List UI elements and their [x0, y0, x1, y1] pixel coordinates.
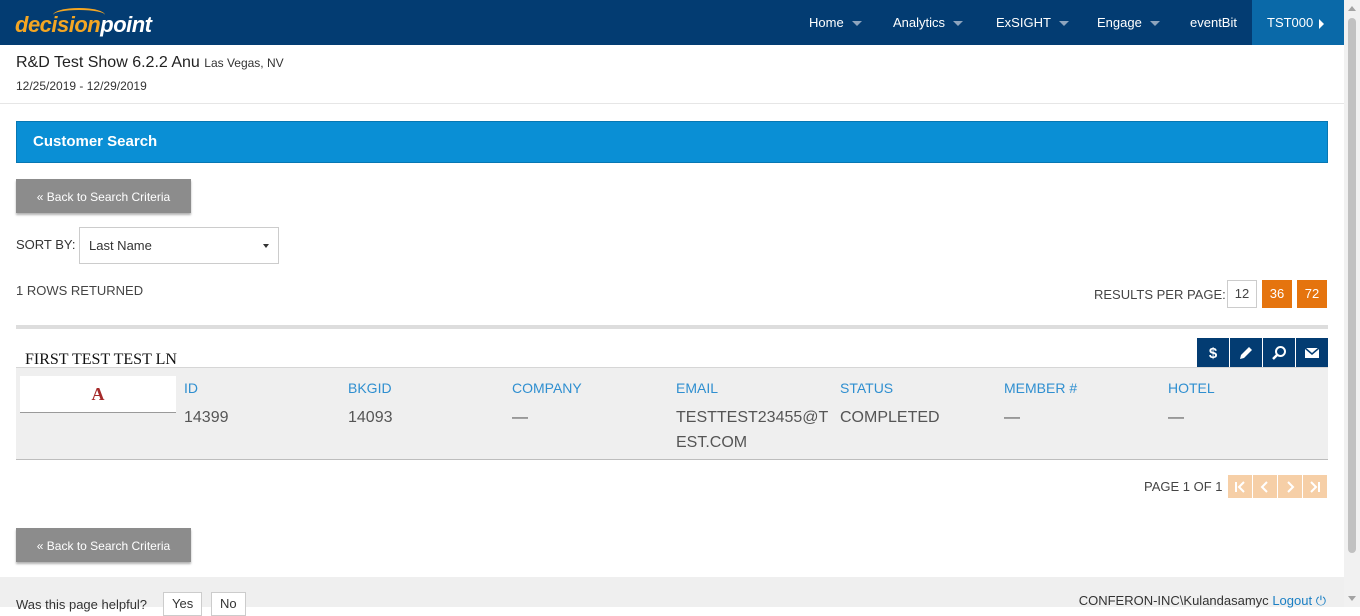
power-icon[interactable]: ⏻	[1316, 593, 1326, 608]
results-per-page-12[interactable]: 12	[1227, 280, 1257, 308]
col-company: COMPANY —	[512, 380, 667, 430]
col-value: TESTTEST23455@TEST.COM	[676, 409, 829, 451]
col-value: —	[512, 409, 528, 426]
chevron-down-icon	[851, 21, 862, 27]
col-hotel: HOTEL —	[1168, 380, 1323, 430]
dollar-icon[interactable]: $	[1197, 338, 1229, 368]
col-id: ID 14399	[184, 380, 339, 430]
footer: Was this page helpful? Yes No CONFERON-I…	[0, 577, 1344, 616]
nav-label: Analytics	[893, 15, 946, 30]
chevron-down-icon	[1058, 21, 1069, 27]
pencil-icon[interactable]	[1230, 338, 1262, 368]
caret-down-icon	[263, 244, 269, 248]
nav-label: eventBit	[1190, 15, 1237, 30]
logo-text-decision: decision	[15, 12, 101, 37]
top-nav: decisionpoint Home Analytics ExSIGHT Eng…	[0, 0, 1344, 45]
divider	[0, 103, 1344, 104]
nav-item-account[interactable]: TST000	[1252, 0, 1344, 45]
chevron-down-icon	[1149, 21, 1160, 27]
col-header: HOTEL	[1168, 380, 1215, 396]
show-title: R&D Test Show 6.2.2 Anu Las Vegas, NV	[16, 54, 284, 72]
col-header: MEMBER #	[1004, 380, 1078, 396]
col-header: STATUS	[840, 380, 894, 396]
nav-item-exsight[interactable]: ExSIGHT	[996, 0, 1069, 45]
sort-selected-value: Last Name	[89, 238, 152, 253]
col-header: EMAIL	[676, 380, 719, 396]
result-card: FIRST TEST TEST LN $ A ID 14399 BKGID 14…	[16, 325, 1328, 460]
scroll-down-arrow-icon[interactable]	[1348, 596, 1356, 601]
nav-item-eventbit[interactable]: eventBit	[1190, 0, 1237, 45]
username: CONFERON-INC\Kulandasamyc	[1078, 593, 1269, 608]
results-per-page-label: RESULTS PER PAGE:	[1094, 287, 1226, 302]
page-indicator: PAGE 1 OF 1	[1144, 479, 1223, 494]
col-member: MEMBER # —	[1004, 380, 1159, 430]
col-value: 14399	[184, 409, 229, 426]
show-name: R&D Test Show 6.2.2 Anu	[16, 54, 200, 71]
rows-returned: 1 ROWS RETURNED	[16, 283, 144, 298]
search-icon[interactable]	[1263, 338, 1295, 368]
col-value: —	[1168, 409, 1184, 426]
logo-text-point: point	[100, 12, 152, 37]
nav-item-analytics[interactable]: Analytics	[893, 0, 964, 45]
nav-label: ExSIGHT	[996, 15, 1051, 30]
last-page-icon[interactable]	[1303, 475, 1327, 498]
avatar: A	[20, 376, 176, 413]
helpful-yes-button[interactable]: Yes	[163, 592, 203, 616]
sort-label: SORT BY:	[16, 237, 76, 252]
prev-page-icon[interactable]	[1253, 475, 1277, 498]
show-dates: 12/25/2019 - 12/29/2019	[16, 79, 147, 93]
nav-item-home[interactable]: Home	[809, 0, 862, 45]
col-email: EMAIL TESTTEST23455@TEST.COM	[676, 380, 831, 455]
chevron-right-icon	[1319, 18, 1325, 29]
col-status: STATUS COMPLETED	[840, 380, 995, 430]
col-value: 14093	[348, 409, 393, 426]
chevron-down-icon	[953, 21, 964, 27]
card-actions: $	[1196, 338, 1328, 368]
nav-label: TST000	[1267, 15, 1314, 30]
col-value: —	[1004, 409, 1020, 426]
back-to-search-button-bottom[interactable]: « Back to Search Criteria	[16, 528, 191, 562]
col-header: ID	[184, 380, 198, 396]
envelope-icon[interactable]	[1296, 338, 1328, 368]
card-body: A ID 14399 BKGID 14093 COMPANY — EMAIL T…	[16, 367, 1328, 459]
col-value: COMPLETED	[840, 409, 940, 426]
helpful-question: Was this page helpful?	[16, 597, 148, 612]
show-location: Las Vegas, NV	[204, 56, 284, 70]
col-header: BKGID	[348, 380, 392, 396]
results-per-page-72[interactable]: 72	[1297, 280, 1327, 308]
nav-label: Engage	[1097, 15, 1142, 30]
scroll-thumb[interactable]	[1348, 18, 1356, 553]
logo[interactable]: decisionpoint	[15, 12, 152, 38]
scrollbar[interactable]	[1344, 0, 1360, 607]
sort-select[interactable]: Last Name	[79, 227, 279, 264]
nav-item-engage[interactable]: Engage	[1097, 0, 1160, 45]
results-per-page-36[interactable]: 36	[1262, 280, 1292, 308]
helpful-no-button[interactable]: No	[211, 592, 246, 616]
next-page-icon[interactable]	[1278, 475, 1302, 498]
nav-label: Home	[809, 15, 844, 30]
logout-link[interactable]: Logout	[1272, 593, 1312, 608]
panel-title: Customer Search	[16, 121, 1328, 163]
back-to-search-button[interactable]: « Back to Search Criteria	[16, 179, 191, 213]
col-header: COMPANY	[512, 380, 582, 396]
first-page-icon[interactable]	[1228, 475, 1252, 498]
scroll-up-arrow-icon[interactable]	[1348, 6, 1356, 11]
col-bkgid: BKGID 14093	[348, 380, 503, 430]
